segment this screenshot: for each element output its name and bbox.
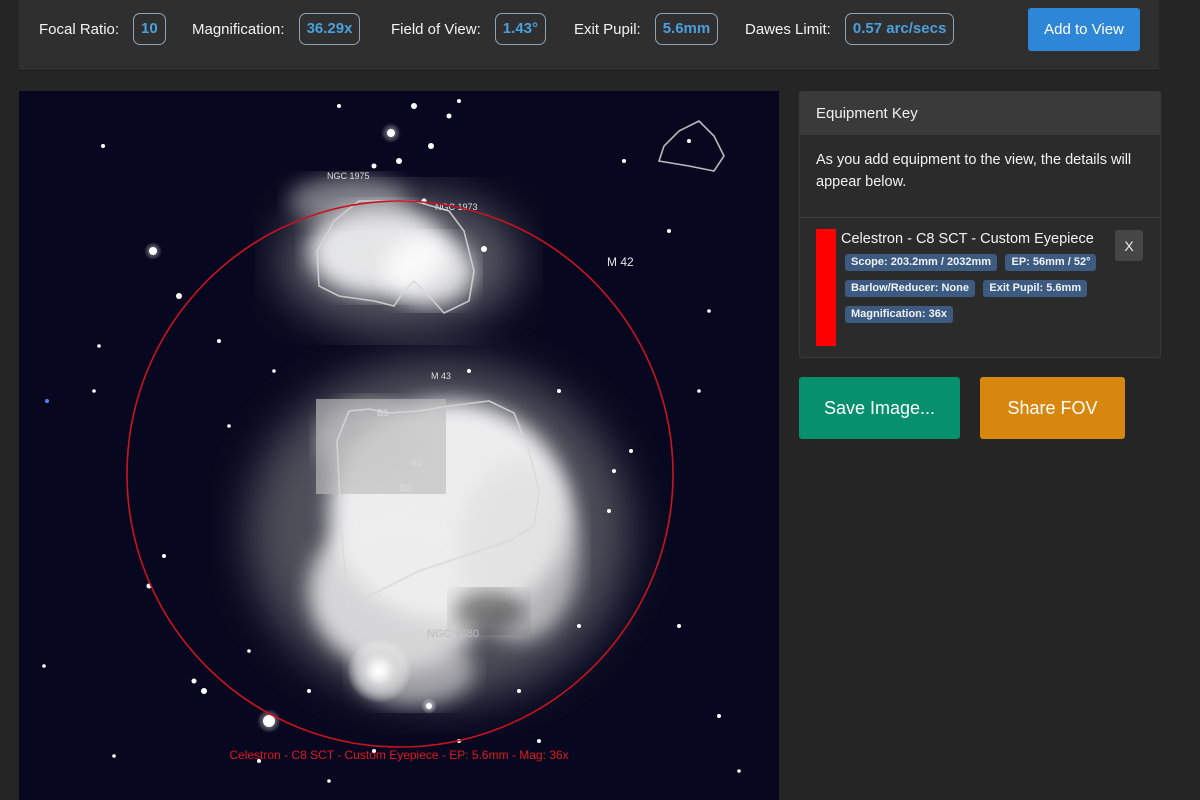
stats-bar: Focal Ratio: 10 Magnification: 36.29x Fi… [19,0,1159,70]
share-fov-button[interactable]: Share FOV [980,377,1125,439]
equipment-key-panel: Equipment Key As you add equipment to th… [799,91,1161,358]
sky-view[interactable]: NGC 1975 NGC 1973 M 42 M 43 B3 B1 B2 NGC… [19,91,779,800]
exit-pupil-tag: Exit Pupil: 5.6mm [983,280,1088,297]
magnification-tag: Magnification: 36x [845,306,953,323]
equipment-key-intro: As you add equipment to the view, the de… [816,152,1132,190]
equipment-color-swatch [816,229,836,346]
dawes-limit-value: 0.57 arc/secs [844,13,955,45]
label-m42: M 42 [607,255,634,269]
barlow-tag: Barlow/Reducer: None [845,280,975,297]
eyepiece-tag: EP: 56mm / 52° [1005,254,1097,271]
label-ngc1980: NGC 1980 [427,628,479,640]
label-b2: B2 [400,483,411,493]
exit-pupil-value: 5.6mm [654,13,719,45]
dawes-limit-stat: Dawes Limit: 0.57 arc/secs [745,13,955,45]
focal-ratio-value: 10 [133,13,166,45]
nebula [249,176,629,706]
sky-image: NGC 1975 NGC 1973 M 42 M 43 B3 B1 B2 NGC… [42,99,741,783]
add-to-view-button[interactable]: Add to View [1028,8,1140,51]
equipment-name: Celestron - C8 SCT - Custom Eyepiece [841,231,1094,247]
magnification-label: Magnification: [192,20,285,38]
label-b1: B1 [411,458,422,468]
equipment-item: Celestron - C8 SCT - Custom Eyepiece X S… [816,229,1146,347]
save-image-button[interactable]: Save Image... [799,377,960,439]
fov-value: 1.43° [494,13,546,45]
focal-ratio-stat: Focal Ratio: 10 [39,13,166,45]
fov-label: Field of View: [391,20,481,38]
label-b3: B3 [377,408,388,418]
focal-ratio-label: Focal Ratio: [39,20,120,38]
scope-tag: Scope: 203.2mm / 2032mm [845,254,998,271]
label-ngc1975: NGC 1975 [327,171,370,181]
magnification-value: 36.29x [298,13,361,45]
equipment-key-header: Equipment Key [800,92,1160,135]
label-m43: M 43 [431,371,451,381]
exit-pupil-label: Exit Pupil: [574,20,641,38]
dawes-limit-label: Dawes Limit: [745,20,831,38]
divider [800,217,1160,218]
fov-stat: Field of View: 1.43° [391,13,546,45]
magnification-stat: Magnification: 36.29x [192,13,361,45]
exit-pupil-stat: Exit Pupil: 5.6mm [574,13,719,45]
fov-caption: Celestron - C8 SCT - Custom Eyepiece - E… [229,748,568,762]
remove-equipment-button[interactable]: X [1115,230,1143,261]
equipment-tags: Scope: 203.2mm / 2032mm EP: 56mm / 52° B… [845,252,1115,330]
